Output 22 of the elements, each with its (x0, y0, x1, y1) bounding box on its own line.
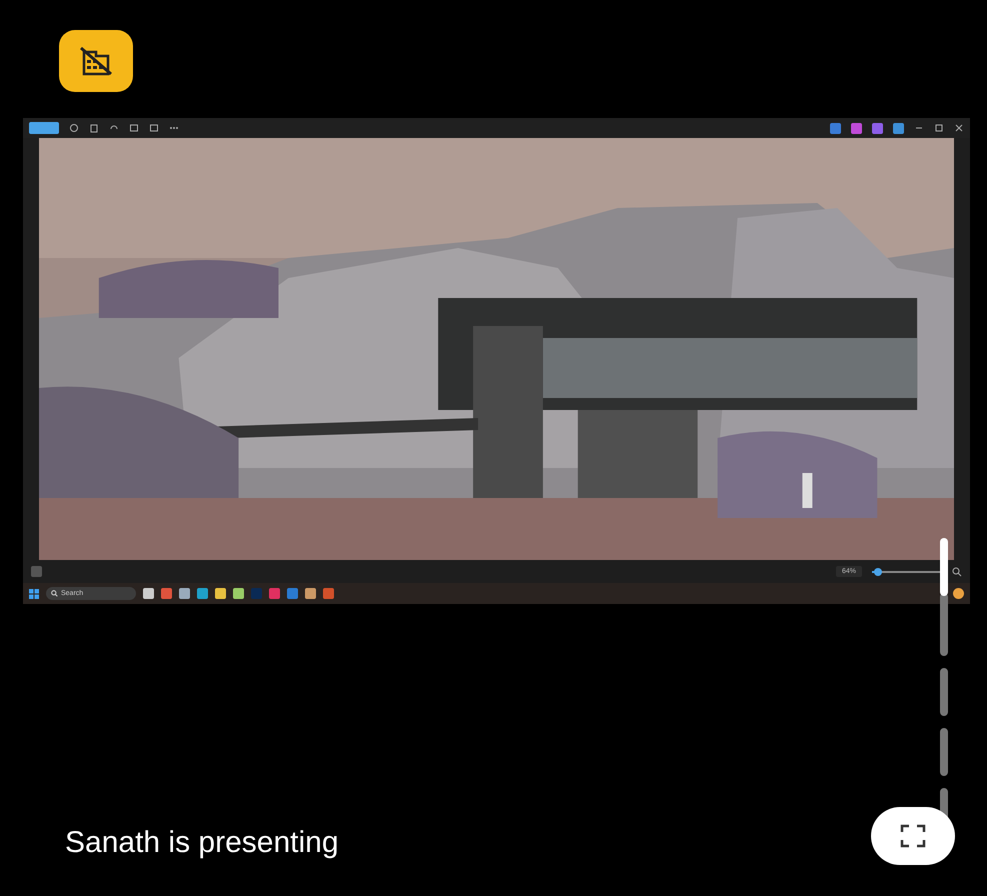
app-icon[interactable] (179, 588, 190, 599)
zoom-in-icon[interactable] (952, 566, 962, 576)
app-icon[interactable] (830, 122, 841, 134)
search-icon (51, 590, 58, 597)
app-icon[interactable] (197, 588, 208, 599)
app-icon[interactable] (233, 588, 244, 599)
app-icon[interactable] (851, 122, 862, 134)
app-icon[interactable] (287, 588, 298, 599)
fullscreen-icon (900, 824, 926, 848)
windows-logo-icon[interactable] (29, 588, 39, 598)
building-off-icon (78, 46, 114, 76)
maximize-icon[interactable] (934, 123, 944, 133)
app-icon[interactable] (269, 588, 280, 599)
app-icon[interactable] (872, 122, 883, 134)
app-icon[interactable] (161, 588, 172, 599)
presenter-caption: Sanath is presenting (65, 826, 339, 860)
app-icon[interactable] (305, 588, 316, 599)
app-icon[interactable] (143, 588, 154, 599)
camera-off-button[interactable] (59, 30, 133, 92)
close-icon[interactable] (954, 123, 964, 133)
app-icon[interactable] (323, 588, 334, 599)
slider-thumb[interactable] (874, 568, 882, 576)
